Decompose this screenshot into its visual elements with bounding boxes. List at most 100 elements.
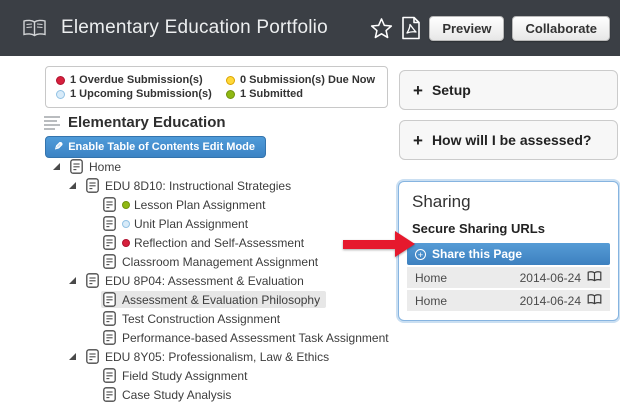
preview-button[interactable]: Preview [429, 16, 504, 41]
tree-item[interactable]: EDU 8D10: Instructional Strategies [45, 176, 395, 195]
secure-url-name: Home [415, 271, 447, 285]
tree-item[interactable]: Case Study Analysis [45, 385, 395, 404]
header-bar: Elementary Education Portfolio Preview C… [0, 0, 620, 56]
legend-label: 1 Submitted [240, 88, 303, 100]
edit-mode-label: Enable Table of Contents Edit Mode [68, 141, 255, 153]
arrow-shaft [343, 240, 395, 249]
tree-item-content[interactable]: EDU 8D10: Instructional Strategies [84, 177, 297, 194]
tree-item-label: EDU 8Y05: Professionalism, Law & Ethics [105, 350, 329, 364]
tree-item-content[interactable]: Reflection and Self-Assessment [101, 234, 310, 251]
tree-item-content[interactable]: EDU 8Y05: Professionalism, Law & Ethics [84, 348, 335, 365]
document-icon [103, 235, 116, 250]
tree-item[interactable]: Performance-based Assessment Task Assign… [45, 328, 395, 347]
tree-item[interactable]: Field Study Assignment [45, 366, 395, 385]
tree-item-content[interactable]: Performance-based Assessment Task Assign… [101, 329, 395, 346]
status-dot [226, 76, 235, 85]
tree-item-label: Performance-based Assessment Task Assign… [122, 331, 389, 345]
assessed-panel-label: How will I be assessed? [432, 132, 592, 148]
tree-item[interactable]: Home [45, 157, 395, 176]
document-icon [103, 311, 116, 326]
document-icon [103, 330, 116, 345]
portfolio-book-icon [22, 19, 47, 38]
toc-lines-icon [44, 116, 60, 130]
setup-panel-label: Setup [432, 82, 471, 98]
tree-item-label: Assessment & Evaluation Philosophy [122, 293, 320, 307]
tree-item-label: Classroom Management Assignment [122, 255, 318, 269]
page-title: Elementary Education Portfolio [61, 17, 328, 39]
status-dot [226, 90, 235, 99]
expander-icon[interactable] [69, 277, 76, 284]
tree-item[interactable]: Test Construction Assignment [45, 309, 395, 328]
toc-heading: Elementary Education [44, 114, 226, 131]
tree-item[interactable]: Lesson Plan Assignment [45, 195, 395, 214]
status-dot [56, 76, 65, 85]
secure-url-date: 2014-06-24 [520, 271, 581, 285]
header-actions: Preview Collaborate [370, 16, 610, 41]
sharing-panel: Sharing Secure Sharing URLs + Share this… [398, 181, 619, 321]
document-icon [103, 387, 116, 402]
tree-item-content[interactable]: Test Construction Assignment [101, 310, 286, 327]
tree-item-label: Home [89, 160, 121, 174]
expand-plus-icon: + [413, 132, 423, 149]
status-dot [56, 90, 65, 99]
tree-item-content[interactable]: Lesson Plan Assignment [101, 196, 271, 213]
tree-item-label: Field Study Assignment [122, 369, 247, 383]
toc-tree: Home EDU 8D10: Instructional Strategies [45, 157, 395, 404]
tree-item-label: Test Construction Assignment [122, 312, 280, 326]
tree-item-label: Unit Plan Assignment [134, 217, 248, 231]
circle-plus-icon: + [415, 249, 426, 260]
secure-sharing-urls-label: Secure Sharing URLs [412, 221, 610, 236]
document-icon [86, 349, 99, 364]
open-book-icon [587, 271, 602, 285]
expand-plus-icon: + [413, 82, 423, 99]
enable-toc-edit-mode-button[interactable]: ✎ Enable Table of Contents Edit Mode [45, 136, 266, 158]
sharing-rows: Home 2014-06-24 Home 2014-06-24 [407, 267, 610, 311]
tree-item-content[interactable]: Case Study Analysis [101, 386, 237, 403]
secure-url-row[interactable]: Home 2014-06-24 [407, 290, 610, 311]
tree-item-content[interactable]: Classroom Management Assignment [101, 253, 324, 270]
expander-icon[interactable] [69, 353, 76, 360]
document-icon [86, 273, 99, 288]
tree-item-label: Reflection and Self-Assessment [134, 236, 304, 250]
collaborate-button[interactable]: Collaborate [512, 16, 610, 41]
tree-item-label: EDU 8D10: Instructional Strategies [105, 179, 291, 193]
secure-url-date: 2014-06-24 [520, 294, 581, 308]
tree-item-content[interactable]: Field Study Assignment [101, 367, 253, 384]
page: Elementary Education Portfolio Preview C… [0, 0, 620, 407]
tree-item[interactable]: Assessment & Evaluation Philosophy [45, 290, 395, 309]
share-button-label: Share this Page [432, 247, 522, 261]
pdf-export-icon[interactable] [401, 16, 421, 40]
toc-title: Elementary Education [68, 114, 226, 131]
tree-item[interactable]: EDU 8P04: Assessment & Evaluation [45, 271, 395, 290]
legend-label: 0 Submission(s) Due Now [240, 74, 375, 86]
favorite-star-icon[interactable] [370, 17, 393, 39]
expander-icon[interactable] [69, 182, 76, 189]
tree-item-label: Case Study Analysis [122, 388, 231, 402]
document-icon [103, 254, 116, 269]
share-this-page-button[interactable]: + Share this Page [407, 243, 610, 265]
sharing-title: Sharing [412, 192, 610, 212]
legend-label: 1 Overdue Submission(s) [70, 74, 203, 86]
tree-item-content[interactable]: EDU 8P04: Assessment & Evaluation [84, 272, 310, 289]
document-icon [103, 368, 116, 383]
tree-item[interactable]: EDU 8Y05: Professionalism, Law & Ethics [45, 347, 395, 366]
status-dot [122, 239, 130, 247]
tree-item-label: EDU 8P04: Assessment & Evaluation [105, 274, 304, 288]
status-dot [122, 201, 130, 209]
annotation-arrow [343, 231, 415, 257]
legend-label: 1 Upcoming Submission(s) [70, 88, 212, 100]
status-dot [122, 220, 130, 228]
tree-item-content[interactable]: Assessment & Evaluation Philosophy [101, 291, 326, 308]
tree-item-label: Lesson Plan Assignment [134, 198, 265, 212]
pencil-icon: ✎ [54, 140, 63, 153]
setup-panel[interactable]: + Setup [399, 70, 618, 110]
expander-icon[interactable] [53, 163, 60, 170]
legend-item: 1 Upcoming Submission(s) [56, 88, 226, 100]
arrow-head [395, 231, 415, 257]
document-icon [103, 292, 116, 307]
tree-item-content[interactable]: Unit Plan Assignment [101, 215, 254, 232]
secure-url-row[interactable]: Home 2014-06-24 [407, 267, 610, 288]
tree-item-content[interactable]: Home [68, 158, 127, 175]
open-book-icon [587, 294, 602, 308]
assessed-panel[interactable]: + How will I be assessed? [399, 120, 618, 160]
